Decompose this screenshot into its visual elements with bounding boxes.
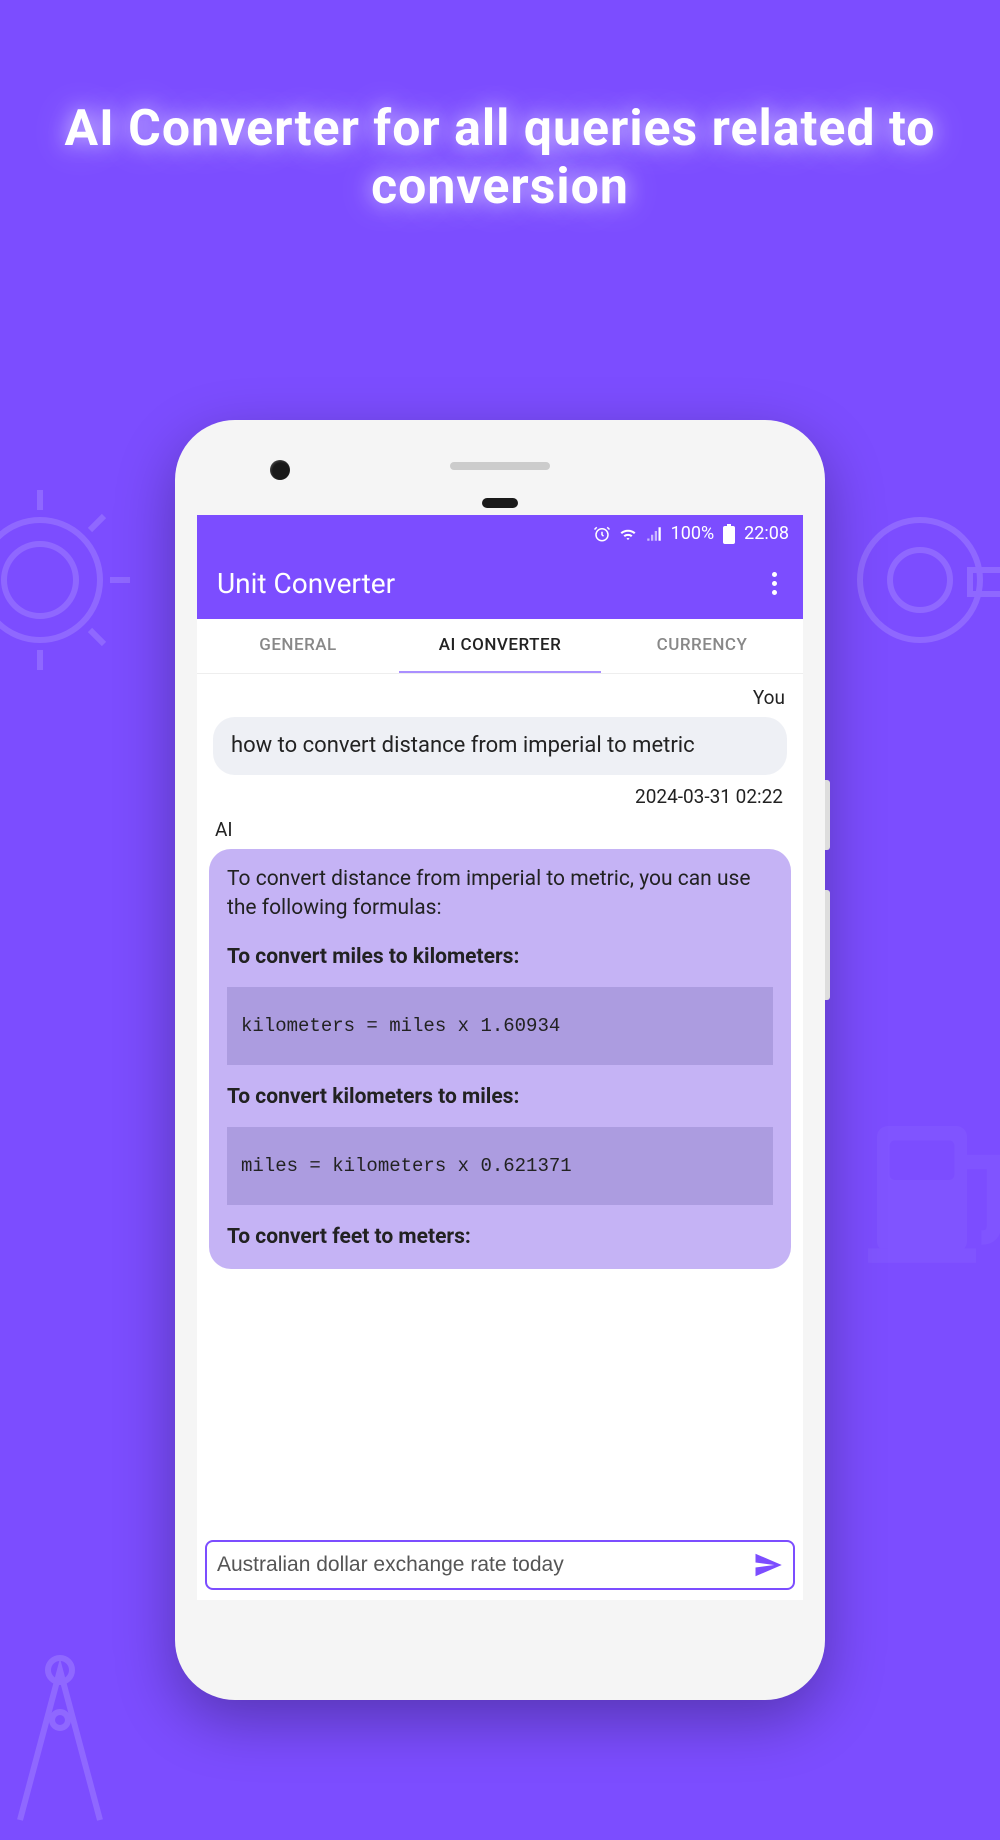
tab-ai-converter[interactable]: AI CONVERTER — [399, 619, 601, 673]
measure-tape-icon — [840, 480, 1000, 680]
phone-frame: 100% 22:08 Unit Converter GENERAL AI CON… — [175, 420, 825, 1700]
phone-screen: 100% 22:08 Unit Converter GENERAL AI CON… — [197, 515, 803, 1600]
ai-truncated-text: To convert feet to meters: — [227, 1223, 773, 1252]
chat-area: You how to convert distance from imperia… — [197, 674, 803, 1532]
ai-label: AI — [205, 814, 795, 845]
app-title: Unit Converter — [217, 567, 395, 600]
chat-fade — [197, 1520, 803, 1532]
code-block: kilometers = miles x 1.60934 — [227, 987, 773, 1066]
phone-camera — [270, 460, 290, 480]
tabs: GENERAL AI CONVERTER CURRENCY — [197, 619, 803, 674]
compass-icon — [0, 1640, 160, 1840]
phone-sensor — [482, 498, 518, 508]
fuel-pump-icon — [850, 1080, 1000, 1280]
status-time: 22:08 — [744, 523, 789, 544]
phone-side-button — [825, 890, 830, 1000]
battery-icon — [722, 524, 736, 544]
phone-side-button — [825, 780, 830, 850]
ai-section-title: To convert kilometers to miles: — [227, 1083, 773, 1112]
user-message: how to convert distance from imperial to… — [213, 717, 787, 775]
ai-message: To convert distance from imperial to met… — [209, 849, 791, 1269]
alarm-icon — [593, 525, 611, 543]
signal-icon — [645, 525, 663, 543]
tab-general[interactable]: GENERAL — [197, 619, 399, 673]
tab-currency[interactable]: CURRENCY — [601, 619, 803, 673]
overflow-menu-icon[interactable] — [766, 566, 783, 601]
send-button[interactable] — [753, 1550, 783, 1580]
wifi-icon — [619, 525, 637, 543]
user-label: You — [205, 682, 795, 713]
code-block: miles = kilometers x 0.621371 — [227, 1127, 773, 1206]
app-bar: Unit Converter — [197, 552, 803, 619]
gear-bulb-icon — [0, 480, 140, 680]
ai-section-title: To convert miles to kilometers: — [227, 943, 773, 972]
promo-title: AI Converter for all queries related to … — [0, 0, 1000, 216]
ai-intro-text: To convert distance from imperial to met… — [227, 865, 773, 924]
chat-input[interactable] — [217, 1553, 753, 1577]
battery-pct: 100% — [671, 523, 715, 544]
status-bar: 100% 22:08 — [197, 515, 803, 552]
phone-speaker — [450, 462, 550, 470]
chat-input-bar — [205, 1540, 795, 1590]
send-icon — [753, 1550, 783, 1580]
user-message-time: 2024-03-31 02:22 — [205, 779, 795, 814]
